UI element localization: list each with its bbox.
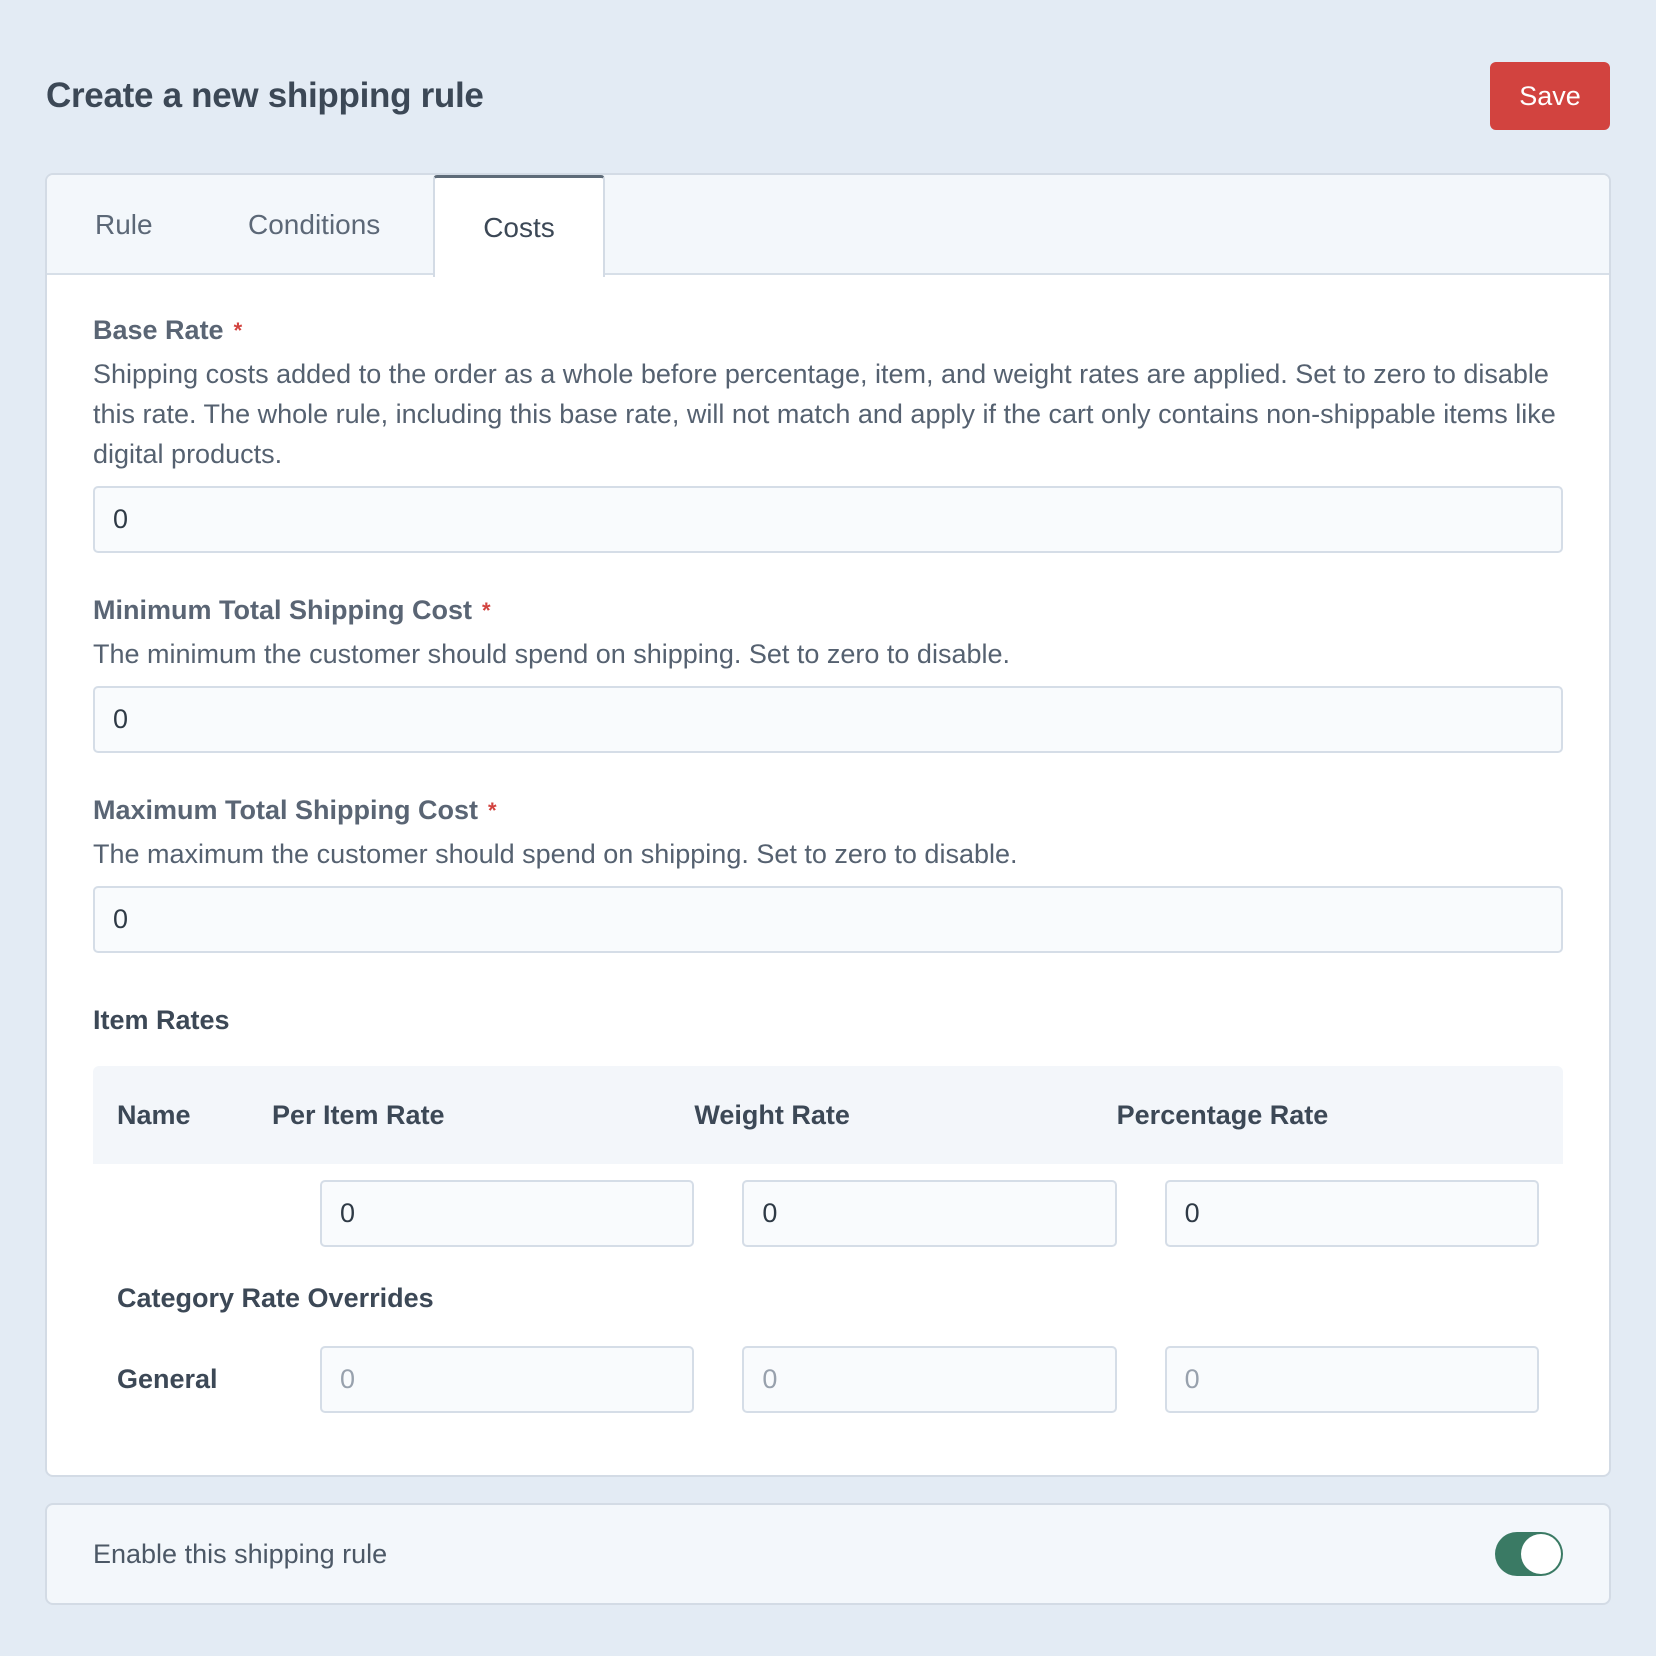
- tab-rule[interactable]: Rule: [95, 175, 153, 275]
- base-rate-group: Base Rate * Shipping costs added to the …: [93, 315, 1563, 553]
- category-overrides-title: Category Rate Overrides: [117, 1283, 434, 1313]
- max-total-input[interactable]: [93, 886, 1563, 953]
- tab-bar: Rule Conditions Costs: [47, 175, 1609, 277]
- percentage-rate-input[interactable]: [1164, 1180, 1539, 1247]
- col-per-item-rate: Per Item Rate: [272, 1099, 445, 1130]
- category-per-item-input[interactable]: [320, 1346, 695, 1413]
- required-asterisk-icon: *: [488, 797, 497, 823]
- base-rate-label: Base Rate: [93, 315, 224, 345]
- page-title: Create a new shipping rule: [46, 76, 484, 115]
- col-percentage-rate: Percentage Rate: [1116, 1099, 1329, 1130]
- min-total-input[interactable]: [93, 686, 1563, 753]
- base-rate-help: Shipping costs added to the order as a w…: [93, 359, 1556, 469]
- enable-rule-toggle[interactable]: [1495, 1532, 1563, 1576]
- category-override-row: General: [93, 1346, 1563, 1413]
- item-rates-title: Item Rates: [93, 1005, 230, 1035]
- base-rate-label-row: Base Rate *: [93, 315, 1563, 346]
- shipping-rule-card: Rule Conditions Costs Base Rate * Shippi…: [45, 173, 1611, 1477]
- col-name: Name: [117, 1099, 191, 1130]
- max-total-help: The maximum the customer should spend on…: [93, 839, 1018, 869]
- item-rates-header: Name Per Item Rate Weight Rate Percentag…: [93, 1066, 1563, 1164]
- category-percentage-input[interactable]: [1164, 1346, 1539, 1413]
- toggle-knob: [1521, 1534, 1561, 1574]
- default-rate-row: [93, 1180, 1563, 1247]
- costs-panel: Base Rate * Shipping costs added to the …: [47, 315, 1609, 1413]
- required-asterisk-icon: *: [233, 317, 243, 343]
- item-rates-section: Item Rates Name Per Item Rate Weight Rat…: [93, 1005, 1563, 1413]
- category-weight-input[interactable]: [742, 1346, 1117, 1413]
- min-total-help: The minimum the customer should spend on…: [93, 639, 1010, 669]
- enable-rule-card: Enable this shipping rule: [45, 1503, 1611, 1605]
- required-asterisk-icon: *: [481, 597, 491, 623]
- min-total-label-row: Minimum Total Shipping Cost *: [93, 595, 1563, 626]
- tab-costs[interactable]: Costs: [433, 175, 605, 277]
- max-total-label: Maximum Total Shipping Cost: [93, 795, 479, 825]
- min-total-label: Minimum Total Shipping Cost: [93, 595, 472, 625]
- col-weight-rate: Weight Rate: [694, 1099, 850, 1130]
- save-button[interactable]: Save: [1490, 62, 1610, 130]
- enable-rule-label: Enable this shipping rule: [93, 1538, 388, 1569]
- max-total-label-row: Maximum Total Shipping Cost *: [93, 795, 1563, 826]
- tab-conditions[interactable]: Conditions: [248, 175, 380, 275]
- max-total-group: Maximum Total Shipping Cost * The maximu…: [93, 795, 1563, 953]
- min-total-group: Minimum Total Shipping Cost * The minimu…: [93, 595, 1563, 753]
- category-name: General: [117, 1364, 218, 1394]
- base-rate-input[interactable]: [93, 486, 1563, 553]
- page-header: Create a new shipping rule Save: [46, 62, 1610, 130]
- weight-rate-input[interactable]: [742, 1180, 1117, 1247]
- per-item-rate-input[interactable]: [320, 1180, 695, 1247]
